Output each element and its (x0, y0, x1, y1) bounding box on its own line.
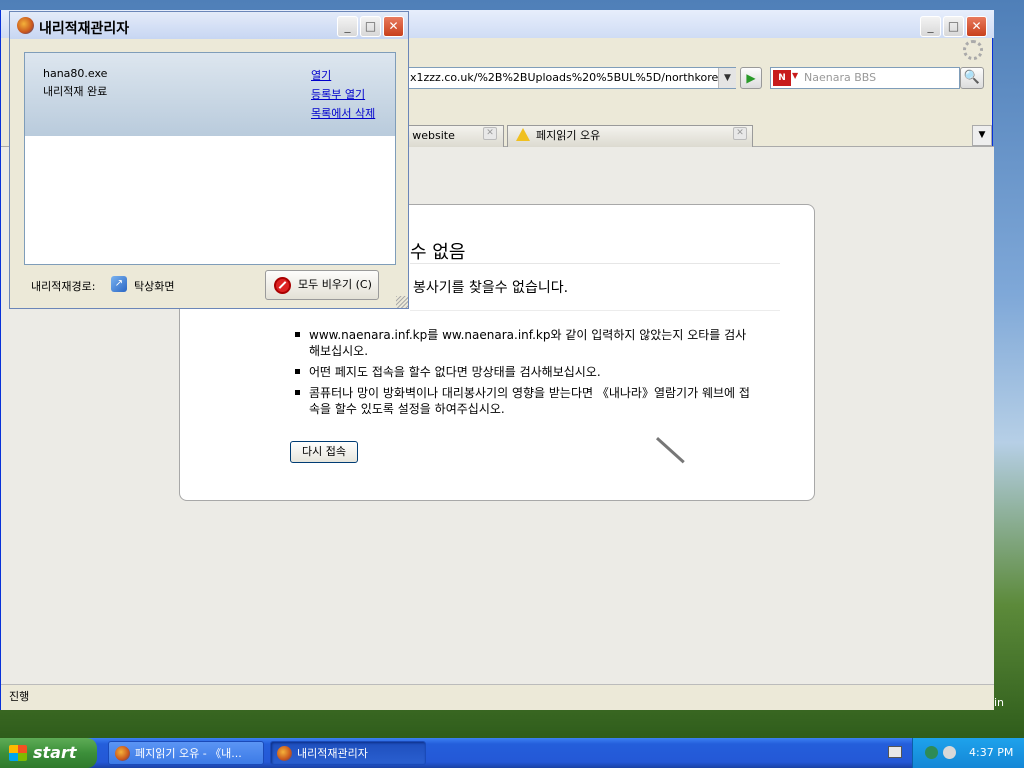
search-button[interactable]: 🔍 (960, 67, 984, 89)
close-button[interactable]: ✕ (966, 16, 987, 37)
list-item: www.naenara.inf.kp를 ww.naenara.inf.kp와 같… (295, 327, 755, 359)
taskbar: start 페지읽기 오유 - 《내... 내리적재관리자 4:37 PM (0, 738, 1024, 768)
network-icon[interactable] (925, 746, 938, 759)
taskbar-item-browser[interactable]: 페지읽기 오유 - 《내... (108, 741, 264, 765)
download-manager-titlebar[interactable]: 내리적재관리자 _ □ ✕ (10, 12, 408, 39)
tab-list-button[interactable]: ▼ (972, 125, 992, 146)
start-label: start (33, 743, 77, 762)
error-title: 수 없음 (410, 242, 466, 263)
go-button[interactable]: ▶ (740, 67, 762, 89)
search-placeholder: Naenara BBS (804, 71, 877, 84)
clock[interactable]: 4:37 PM (969, 746, 1013, 759)
download-status: 내리적재 완료 (43, 85, 108, 98)
loading-throbber-icon (963, 40, 983, 60)
clear-icon (274, 277, 291, 294)
clear-all-label: 모두 비우기 (C) (298, 278, 372, 291)
taskbar-item-label: 내리적재관리자 (297, 747, 368, 760)
error-suggestion-list: www.naenara.inf.kp를 ww.naenara.inf.kp와 같… (295, 327, 755, 422)
tab-label: 페지읽기 오유 (536, 129, 601, 142)
list-item: 어떤 페지도 접속을 할수 없다면 망상태를 검사해보십시오. (295, 364, 755, 380)
download-path-value[interactable]: 탁상화면 (134, 278, 174, 294)
broom-icon (655, 437, 685, 464)
system-tray: 4:37 PM (912, 738, 1024, 768)
open-folder-link[interactable]: 등록부 열기 (311, 86, 365, 102)
divider (410, 263, 780, 264)
minimize-button[interactable]: _ (337, 16, 358, 37)
open-link[interactable]: 열기 (311, 67, 331, 83)
download-manager-window: 내리적재관리자 _ □ ✕ hana80.exe 내리적재 완료 열기 등록부 … (9, 11, 409, 309)
remove-from-list-link[interactable]: 목록에서 삭제 (311, 105, 375, 121)
start-button[interactable]: start (0, 738, 97, 768)
volume-icon[interactable] (943, 746, 956, 759)
resize-grip[interactable] (396, 296, 408, 308)
search-input[interactable]: N ▼ Naenara BBS (770, 67, 960, 89)
download-filename: hana80.exe (43, 67, 108, 80)
retry-button[interactable]: 다시 접속 (290, 441, 358, 463)
keyboard-icon[interactable] (888, 746, 902, 758)
minimize-button[interactable]: _ (920, 16, 941, 37)
firefox-icon (277, 746, 292, 761)
status-bar: 진행 (1, 684, 994, 710)
tab-error-page[interactable]: 페지읽기 오유 (507, 125, 753, 147)
tab-close-icon[interactable]: ✕ (733, 127, 747, 140)
windows-logo-icon (9, 745, 27, 761)
list-item: 콤퓨터나 망이 방화벽이나 대리봉사기의 영향을 받는다면 《내나라》열람기가 … (295, 385, 755, 417)
url-history-dropdown-icon[interactable]: ▼ (718, 68, 736, 88)
close-button[interactable]: ✕ (383, 16, 404, 37)
tab-close-icon[interactable]: ✕ (483, 127, 497, 140)
desktop-folder-icon[interactable]: ↗ (111, 276, 127, 292)
download-path-label: 내리적재경로: (31, 280, 96, 293)
warning-icon (516, 128, 530, 141)
error-subtitle: 봉사기를 찾을수 없습니다. (413, 280, 569, 296)
clear-all-button[interactable]: 모두 비우기 (C) (265, 270, 379, 300)
maximize-button[interactable]: □ (943, 16, 964, 37)
desktop-text: in (994, 696, 1005, 709)
download-list: hana80.exe 내리적재 완료 열기 등록부 열기 목록에서 삭제 (24, 52, 396, 265)
search-engine-icon[interactable]: N (773, 70, 791, 86)
taskbar-item-label: 페지읽기 오유 - 《내... (135, 747, 242, 760)
firefox-icon (115, 746, 130, 761)
window-title: 내리적재관리자 (39, 21, 130, 37)
taskbar-item-download-manager[interactable]: 내리적재관리자 (270, 741, 426, 765)
search-engine-dropdown-icon[interactable]: ▼ (792, 71, 798, 80)
firefox-icon (17, 17, 34, 34)
url-bar[interactable]: x1zzz.co.uk/%2B%2BUploads%20%5BUL%5D/nor… (406, 67, 736, 89)
download-item[interactable]: hana80.exe 내리적재 완료 열기 등록부 열기 목록에서 삭제 (25, 53, 395, 136)
divider (410, 310, 780, 311)
maximize-button[interactable]: □ (360, 16, 381, 37)
